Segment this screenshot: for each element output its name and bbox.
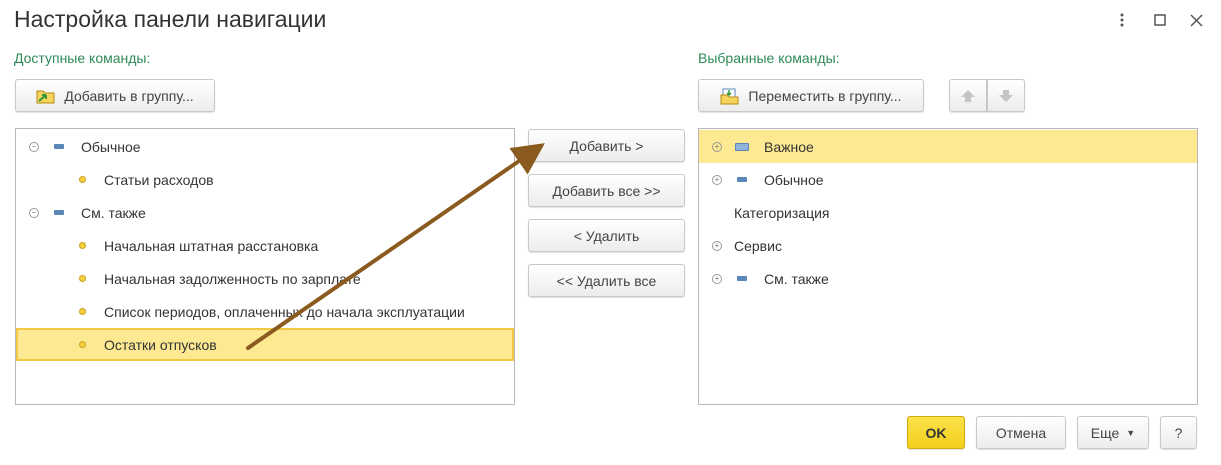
arrow-up-icon (961, 89, 975, 102)
more-vertical-icon[interactable] (1110, 8, 1134, 32)
tree-item[interactable]: Начальная задолженность по зарплате (16, 262, 514, 295)
window-title: Настройка панели навигации (14, 6, 327, 32)
tree-item[interactable]: Начальная штатная расстановка (16, 229, 514, 262)
collapse-icon[interactable]: − (29, 141, 39, 152)
collapse-icon[interactable]: − (29, 207, 39, 218)
expand-icon[interactable]: + (712, 273, 722, 284)
group-icon (737, 276, 747, 281)
tree-item-kategorizatsiya[interactable]: Категоризация (699, 196, 1197, 229)
group-icon (737, 177, 747, 182)
remove-all-button[interactable]: << Удалить все (528, 264, 685, 297)
expand-icon[interactable]: + (712, 141, 722, 152)
selected-commands-label: Выбранные команды: (698, 50, 840, 66)
tree-item-selected[interactable]: Остатки отпусков (16, 328, 514, 361)
cancel-button[interactable]: Отмена (976, 416, 1066, 449)
selected-commands-tree[interactable]: + Важное + Обычное Категоризация + Серви… (698, 128, 1198, 405)
tree-group-obychnoe[interactable]: + Обычное (699, 163, 1197, 196)
tree-item[interactable]: Статьи расходов (16, 163, 514, 196)
move-down-button[interactable] (987, 79, 1025, 112)
folder-add-icon (36, 87, 56, 105)
tree-group-vazhnoe[interactable]: + Важное (699, 130, 1197, 163)
item-dot-icon (79, 341, 86, 348)
tree-group-sm-takzhe[interactable]: − См. также (16, 196, 514, 229)
dropdown-caret-icon: ▼ (1126, 427, 1136, 438)
arrow-down-icon (999, 89, 1013, 102)
more-button[interactable]: Еще ▼ (1077, 416, 1149, 449)
add-to-group-button[interactable]: Добавить в группу... (15, 79, 215, 112)
move-to-folder-icon (720, 87, 740, 105)
help-button[interactable]: ? (1160, 416, 1197, 449)
add-to-group-label: Добавить в группу... (64, 87, 194, 104)
add-button[interactable]: Добавить > (528, 129, 685, 162)
expand-icon[interactable]: + (712, 240, 722, 251)
item-dot-icon (79, 242, 86, 249)
remove-button[interactable]: < Удалить (528, 219, 685, 252)
move-to-group-label: Переместить в группу... (748, 87, 902, 104)
move-to-group-button[interactable]: Переместить в группу... (698, 79, 924, 112)
move-up-button[interactable] (949, 79, 987, 112)
group-icon (54, 210, 64, 215)
item-dot-icon (79, 308, 86, 315)
close-icon[interactable] (1184, 8, 1208, 32)
ok-button[interactable]: OK (907, 416, 965, 449)
group-icon (54, 144, 64, 149)
tree-group-obychnoe[interactable]: − Обычное (16, 130, 514, 163)
available-commands-label: Доступные команды: (14, 50, 151, 66)
more-button-label: Еще (1090, 424, 1120, 441)
item-dot-icon (79, 275, 86, 282)
group-icon (735, 142, 749, 151)
maximize-icon[interactable] (1148, 8, 1172, 32)
tree-item[interactable]: Список периодов, оплаченных до начала эк… (16, 295, 514, 328)
available-commands-tree[interactable]: − Обычное Статьи расходов − См. также На… (15, 128, 515, 405)
item-dot-icon (79, 176, 86, 183)
expand-icon[interactable]: + (712, 174, 722, 185)
tree-group-sm-takzhe[interactable]: + См. также (699, 262, 1197, 295)
add-all-button[interactable]: Добавить все >> (528, 174, 685, 207)
tree-group-servis[interactable]: + Сервис (699, 229, 1197, 262)
